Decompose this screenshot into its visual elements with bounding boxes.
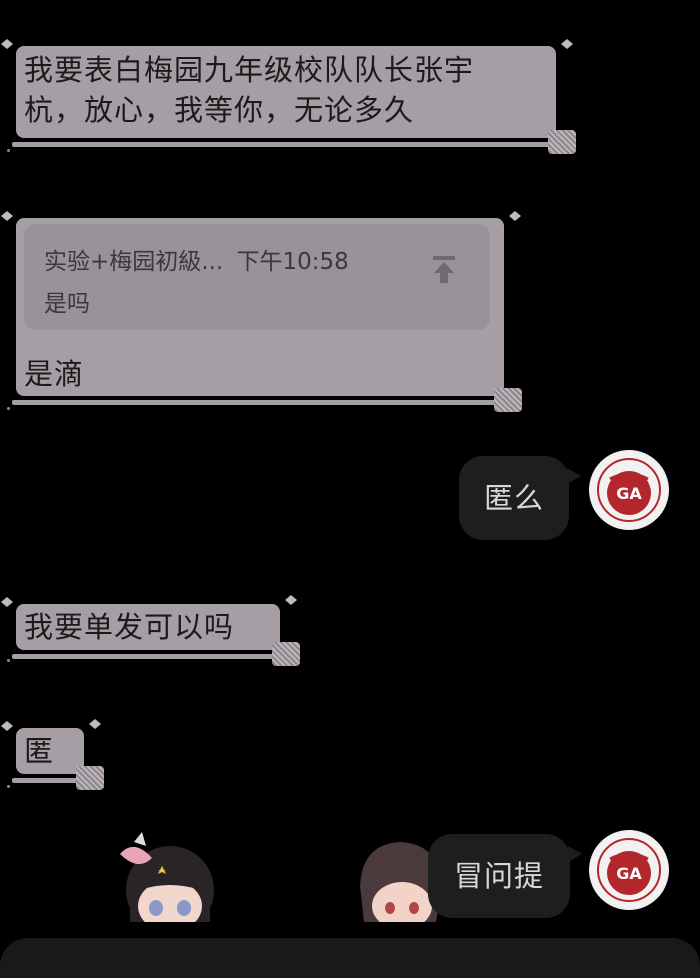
sticker-stamp-icon	[494, 388, 522, 412]
ribbon-corner-icon	[1, 721, 13, 731]
dot-icon	[7, 785, 10, 788]
ribbon-corner-icon	[89, 719, 101, 729]
emblem-text: GA	[616, 484, 642, 503]
input-panel[interactable]	[0, 938, 700, 978]
anime-girl-decoration-icon	[120, 832, 214, 922]
message-text-line: 我要表白梅园九年级校队队长张宇	[24, 53, 475, 87]
incoming-reply-bubble[interactable]: 实验+梅园初級... 下午10:58 是吗 是滴	[12, 218, 504, 405]
sticker-stamp-icon	[76, 766, 104, 790]
outgoing-message-bubble[interactable]: 冒问提	[428, 834, 582, 918]
ribbon-corner-icon	[509, 211, 521, 221]
message-text: 匿么	[483, 481, 544, 515]
dot-icon	[7, 659, 10, 662]
dot-icon	[7, 149, 10, 152]
bubble-underline	[12, 778, 80, 783]
bubble-tail	[567, 468, 581, 484]
message-text: 冒问提	[453, 859, 544, 893]
ribbon-corner-icon	[285, 595, 297, 605]
avatar[interactable]: GA	[589, 450, 669, 530]
school-emblem-icon: GA	[592, 833, 666, 907]
message-text: 匿	[24, 734, 55, 768]
ribbon-corner-icon	[1, 597, 13, 607]
ribbon-corner-icon	[561, 39, 573, 49]
dot-icon	[7, 407, 10, 410]
outgoing-message-bubble[interactable]: 匿么	[459, 456, 581, 540]
quote-text: 是吗	[44, 291, 90, 317]
message-text-line: 杭，放心，我等你，无论多久	[24, 93, 415, 127]
message-text: 我要单发可以吗	[24, 610, 235, 644]
avatar[interactable]: GA	[589, 830, 669, 910]
school-emblem-icon: GA	[592, 453, 666, 527]
incoming-message-bubble[interactable]: 我要单发可以吗	[12, 604, 280, 659]
emblem-text: GA	[616, 864, 642, 883]
quote-time: 下午10:58	[236, 249, 349, 275]
sticker-stamp-icon	[548, 130, 576, 154]
bubble-underline	[12, 400, 500, 405]
ribbon-corner-icon	[1, 39, 13, 49]
pin-top-icon[interactable]	[430, 254, 458, 284]
bubble-underline	[12, 654, 276, 659]
bubble-underline	[12, 142, 552, 147]
ribbon-corner-icon	[1, 211, 13, 221]
sticker-stamp-icon	[272, 642, 300, 666]
quote-sender: 实验+梅园初級...	[44, 249, 224, 275]
quoted-message-card[interactable]: 实验+梅园初級... 下午10:58 是吗	[24, 224, 490, 330]
bubble-tail	[568, 846, 582, 862]
message-text: 是滴	[24, 357, 85, 391]
incoming-message-bubble[interactable]: 匿	[12, 728, 84, 783]
incoming-message-bubble[interactable]: 我要表白梅园九年级校队队长张宇 杭，放心，我等你，无论多久	[12, 46, 556, 147]
